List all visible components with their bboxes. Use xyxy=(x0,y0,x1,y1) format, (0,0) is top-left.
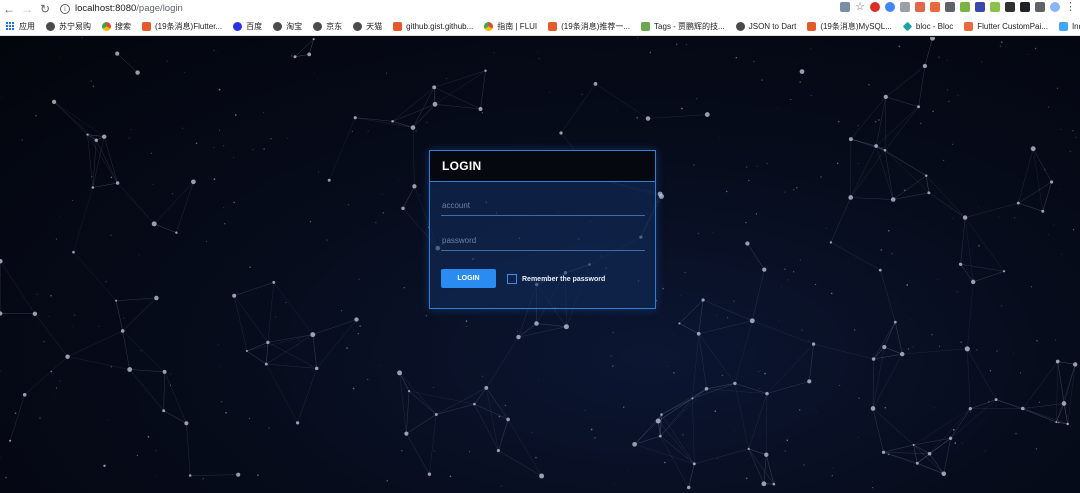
particle-background: LOGIN LOGIN Remember the password xyxy=(0,37,1080,493)
bookmark-item[interactable]: JSON to Dart xyxy=(735,21,797,31)
bookmark-label: JSON to Dart xyxy=(748,21,797,31)
login-title: LOGIN xyxy=(442,159,482,173)
bookmarks-bar: 应用 苏宁易购 搜索 (19条消息)Flutter... 百度 淘宝 京东 天猫 github.… xyxy=(0,17,1080,36)
bookmark-item[interactable]: (19条消息)Flutter... xyxy=(142,21,222,32)
profile-avatar-icon[interactable] xyxy=(1050,2,1060,12)
chrome-icon xyxy=(102,21,111,31)
extension-warning-icon[interactable] xyxy=(915,2,925,12)
extension-qr-icon[interactable] xyxy=(1005,2,1015,12)
extensions-puzzle-icon[interactable] xyxy=(1035,2,1045,12)
csdn-icon xyxy=(548,21,558,31)
forward-icon[interactable]: → xyxy=(18,0,36,17)
password-input[interactable] xyxy=(441,231,645,251)
bookmark-label: bloc - Bloc xyxy=(915,21,954,31)
bookmark-label: 指南 | FLUI xyxy=(497,21,538,31)
tags-icon xyxy=(641,21,651,31)
bookmark-label: Flutter CustomPai... xyxy=(977,21,1048,31)
bookmark-item[interactable]: (19条消息)推荐一... xyxy=(548,21,630,32)
bookmark-label: Tags - 贾鹏辉的技... xyxy=(654,21,725,31)
remember-label: Remember the password xyxy=(522,275,606,283)
bookmark-item[interactable]: 百度 xyxy=(233,21,262,32)
menu-icon[interactable]: ⋮ xyxy=(1065,2,1076,13)
account-input[interactable] xyxy=(441,196,645,216)
bookmark-item[interactable]: Tags - 贾鹏辉的技... xyxy=(641,21,725,32)
bloc-icon xyxy=(902,21,913,31)
bookmark-item[interactable]: github.gist.github... xyxy=(393,21,474,31)
browser-toolbar: ← → ↻ i localhost:8080/page/login ☆ ⋮ xyxy=(0,0,1080,17)
flutter-blue-icon xyxy=(1058,21,1068,31)
url-path: /page/login xyxy=(136,3,183,14)
bookmark-item[interactable]: Index of /flutter/fl... xyxy=(1058,21,1080,31)
bookmark-item[interactable]: Flutter CustomPai... xyxy=(964,21,1048,31)
globe-icon xyxy=(313,21,323,31)
bookmark-label: github.gist.github... xyxy=(406,21,474,31)
chrome-icon xyxy=(484,21,494,31)
bookmark-item[interactable]: 淘宝 xyxy=(273,21,302,32)
login-button[interactable]: LOGIN xyxy=(441,269,496,288)
bookmark-item[interactable]: 应用 xyxy=(6,21,35,32)
url-host: localhost:8080 xyxy=(75,3,137,14)
flutter-icon xyxy=(964,21,974,31)
bookmark-label: (19条消息)推荐一... xyxy=(561,21,631,31)
extensions-area: ☆ ⋮ xyxy=(840,2,1076,13)
extension-chrome-icon[interactable] xyxy=(885,2,895,12)
extension-red-icon[interactable] xyxy=(870,2,880,12)
bookmark-label: 京东 xyxy=(326,21,343,31)
csdn-icon xyxy=(807,21,817,31)
bookmark-label: 搜索 xyxy=(115,21,131,31)
extension-o-icon[interactable] xyxy=(990,2,1000,12)
extension-dark-icon[interactable] xyxy=(1020,2,1030,12)
bookmark-item[interactable]: 苏宁易购 xyxy=(46,21,91,32)
bookmark-item[interactable]: 搜索 xyxy=(102,21,131,32)
globe-icon xyxy=(273,21,283,31)
bookmark-star-icon[interactable]: ☆ xyxy=(855,2,865,13)
address-bar[interactable]: i localhost:8080/page/login xyxy=(60,1,183,16)
info-icon[interactable]: i xyxy=(60,3,70,14)
extension-blue-icon[interactable] xyxy=(975,2,985,12)
bookmark-label: (19条消息)MySQL... xyxy=(820,21,892,31)
baidu-icon xyxy=(233,21,243,31)
bookmark-label: (19条消息)Flutter... xyxy=(155,21,223,31)
bookmark-label: 应用 xyxy=(19,21,35,31)
globe-icon xyxy=(46,21,55,31)
bookmark-item[interactable]: 京东 xyxy=(313,21,342,32)
extension-green-icon[interactable] xyxy=(960,2,970,12)
remember-checkbox[interactable] xyxy=(507,274,517,284)
login-card: LOGIN LOGIN Remember the password xyxy=(429,150,656,309)
bookmark-label: 苏宁易购 xyxy=(59,21,91,31)
bookmark-item[interactable]: (19条消息)MySQL... xyxy=(807,21,892,32)
translate-icon[interactable] xyxy=(840,2,851,12)
apps-icon xyxy=(6,21,15,31)
bookmark-label: 淘宝 xyxy=(286,21,303,31)
url-text[interactable]: localhost:8080/page/login xyxy=(75,3,183,14)
csdn-icon xyxy=(393,21,403,31)
reload-icon[interactable]: ↻ xyxy=(36,0,54,17)
login-header: LOGIN xyxy=(430,151,655,182)
bookmark-item[interactable]: bloc - Bloc xyxy=(902,21,954,31)
extension-v-icon[interactable] xyxy=(900,2,910,12)
remember-password-option[interactable]: Remember the password xyxy=(507,274,605,284)
extension-c-icon[interactable] xyxy=(930,2,940,12)
extension-grid-icon[interactable] xyxy=(945,2,955,12)
bookmark-item[interactable]: 指南 | FLUI xyxy=(484,21,537,32)
back-icon[interactable]: ← xyxy=(0,0,18,17)
csdn-icon xyxy=(142,21,151,31)
globe-icon xyxy=(735,21,745,31)
bookmark-label: Index of /flutter/fl... xyxy=(1071,21,1080,31)
bookmark-label: 百度 xyxy=(246,21,263,31)
globe-icon xyxy=(353,21,363,31)
bookmark-item[interactable]: 天猫 xyxy=(353,21,382,32)
bookmark-label: 天猫 xyxy=(366,21,383,31)
